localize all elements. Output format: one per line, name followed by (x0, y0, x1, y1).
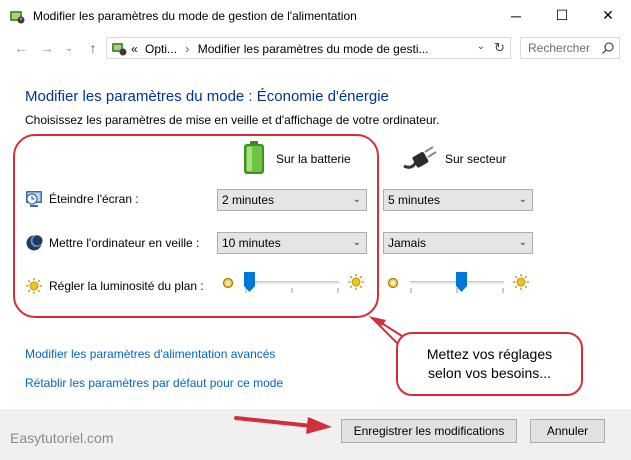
chevron-down-icon: ⌄ (518, 194, 527, 205)
advanced-settings-link[interactable]: Modifier les paramètres d'alimentation a… (25, 347, 275, 361)
sleep-ac-value: Jamais (388, 236, 427, 250)
refresh-icon[interactable]: ↻ (494, 40, 505, 56)
screen-off-ac-select[interactable]: 5 minutes ⌄ (383, 189, 533, 211)
forward-button[interactable]: → (38, 39, 56, 57)
screen-off-ac-value: 5 minutes (388, 193, 441, 207)
chevron-down-icon: ⌄ (518, 237, 527, 248)
page-title: Modifier les paramètres du mode : Économ… (25, 88, 389, 105)
breadcrumb-item-options[interactable]: Opti... (145, 42, 177, 56)
navigation-bar: ← → ⌄ ↑ « Opti... › Modifier les paramèt… (0, 31, 631, 65)
breadcrumb-item-current[interactable]: Modifier les paramètres du mode de gesti… (198, 42, 429, 56)
pointer-arrow (234, 416, 332, 434)
page-description: Choisissez les paramètres de mise en vei… (25, 113, 440, 127)
recent-locations-button[interactable]: ⌄ (60, 39, 78, 57)
watermark: Easytutoriel.com (10, 430, 114, 446)
search-box[interactable] (520, 37, 620, 59)
highlight-frame (13, 134, 379, 318)
sleep-ac-select[interactable]: Jamais ⌄ (383, 232, 533, 254)
slider-thumb[interactable] (456, 272, 468, 292)
bright-sun-icon (513, 274, 529, 290)
address-bar[interactable]: « Opti... › Modifier les paramètres du m… (106, 37, 511, 59)
restore-defaults-link[interactable]: Rétablir les paramètres par défaut pour … (25, 376, 283, 390)
back-button[interactable]: ← (12, 39, 30, 57)
control-panel-icon (112, 43, 127, 56)
up-button[interactable]: ↑ (84, 39, 102, 57)
minimize-button[interactable]: ─ (493, 0, 539, 31)
brightness-ac-slider[interactable] (386, 270, 536, 300)
cancel-button[interactable]: Annuler (530, 419, 605, 443)
search-icon[interactable] (601, 41, 615, 55)
power-plug-icon (403, 146, 437, 169)
search-input[interactable] (528, 38, 606, 58)
window-title: Modifier les paramètres du mode de gesti… (33, 9, 357, 23)
close-button[interactable]: ✕ (585, 0, 631, 31)
maximize-button[interactable]: ☐ (539, 0, 585, 31)
title-bar: Modifier les paramètres du mode de gesti… (0, 0, 631, 31)
power-options-icon (10, 11, 25, 24)
chevron-down-icon[interactable]: ⌄ (477, 41, 485, 52)
breadcrumb-overflow[interactable]: « (131, 42, 138, 56)
save-button[interactable]: Enregistrer les modifications (341, 419, 517, 443)
callout-bubble: Mettez vos réglages selon vos besoins... (396, 332, 583, 396)
callout-line-1: Mettez vos réglages (426, 346, 553, 362)
breadcrumb: « Opti... › Modifier les paramètres du m… (131, 42, 429, 56)
column-label-ac: Sur secteur (445, 152, 507, 166)
callout-line-2: selon vos besoins... (428, 365, 551, 381)
breadcrumb-separator: › (185, 42, 190, 56)
dim-sun-icon (387, 277, 399, 289)
